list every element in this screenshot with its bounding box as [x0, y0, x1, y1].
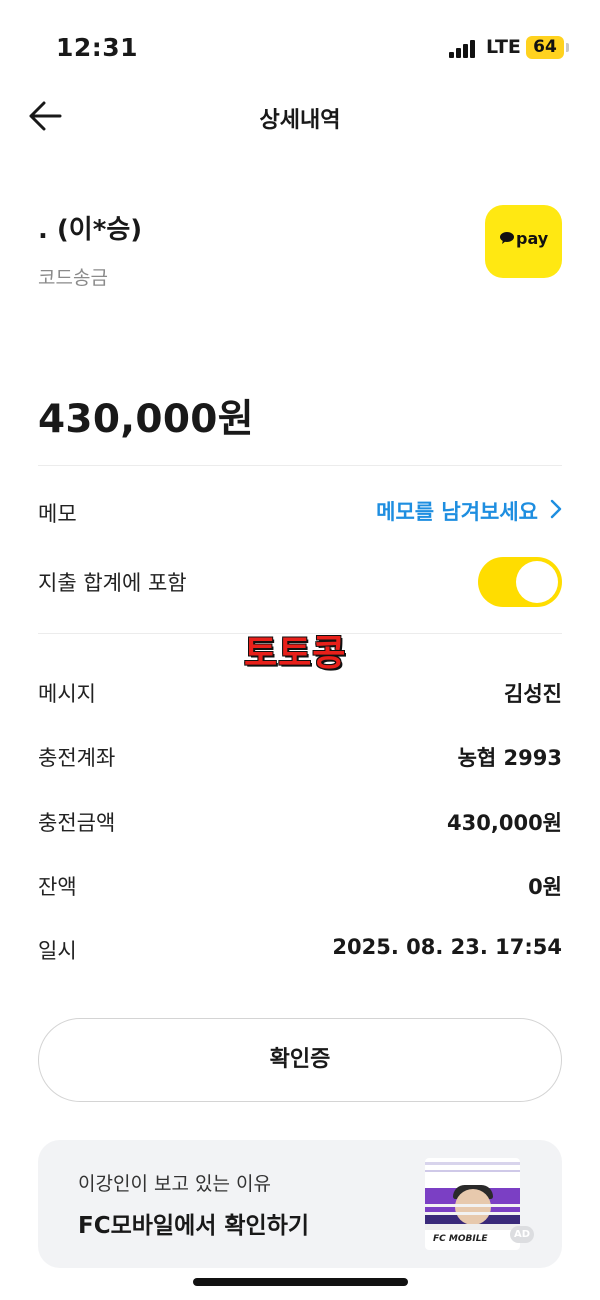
detail-row-balance: 잔액 0원 — [38, 865, 562, 905]
status-bar: 12:31 LTE 64 — [0, 0, 600, 90]
detail-row-charge-amount: 충전금액 430,000원 — [38, 801, 562, 841]
player-face — [455, 1189, 491, 1225]
toggle-knob — [516, 561, 558, 603]
detail-value: 2025. 08. 23. 17:54 — [332, 935, 562, 959]
transaction-header: . (이*승) 코드송금 pay — [38, 205, 562, 305]
detail-label: 잔액 — [38, 875, 77, 899]
chevron-right-icon — [550, 499, 562, 524]
home-indicator[interactable] — [193, 1278, 408, 1286]
detail-label: 충전금액 — [38, 811, 116, 835]
memo-row: 메모 메모를 남겨보세요 — [38, 492, 562, 532]
detail-row-charge-account: 충전계좌 농협 2993 — [38, 736, 562, 776]
divider — [38, 465, 562, 466]
detail-row-message: 메시지 김성진 — [38, 672, 562, 712]
detail-row-datetime: 일시 2025. 08. 23. 17:54 — [38, 929, 562, 969]
battery-tip — [566, 43, 569, 52]
transaction-amount: 430,000원 — [38, 397, 254, 442]
detail-value: 0원 — [528, 875, 562, 899]
detail-label: 일시 — [38, 939, 77, 963]
network-type: LTE — [486, 36, 521, 58]
memo-link-text: 메모를 남겨보세요 — [376, 500, 538, 524]
expense-toggle-row: 지출 합계에 포함 — [38, 557, 562, 607]
detail-label: 메시지 — [38, 682, 96, 706]
signal-icon — [449, 38, 479, 58]
memo-link[interactable]: 메모를 남겨보세요 — [376, 496, 562, 526]
page-title: 상세내역 — [259, 108, 341, 133]
status-time: 12:31 — [56, 33, 139, 62]
ad-badge: AD — [510, 1226, 534, 1243]
fc-mobile-logo: FC MOBILE — [433, 1234, 488, 1244]
watermark-text: 토토콩 — [244, 633, 347, 674]
ad-subtitle: 이강인이 보고 있는 이유 — [78, 1173, 271, 1195]
ad-title: FC모바일에서 확인하기 — [78, 1213, 310, 1239]
battery-icon: 64 — [526, 36, 564, 59]
expense-toggle-label: 지출 합계에 포함 — [38, 571, 187, 595]
expense-toggle[interactable] — [478, 557, 562, 607]
transaction-type: 코드송금 — [38, 267, 108, 289]
detail-label: 충전계좌 — [38, 746, 116, 770]
recipient-name: . (이*승) — [38, 215, 143, 245]
nav-bar: 상세내역 — [0, 90, 600, 142]
detail-value: 430,000원 — [447, 811, 562, 835]
detail-value: 김성진 — [504, 682, 562, 706]
kakaopay-logo: pay — [485, 205, 562, 278]
speech-bubble-icon — [500, 232, 514, 244]
receipt-button[interactable]: 확인증 — [38, 1018, 562, 1102]
kakaopay-logo-text: pay — [516, 229, 549, 248]
ad-thumbnail: FC MOBILE — [425, 1158, 520, 1250]
ad-banner[interactable]: 이강인이 보고 있는 이유 FC모바일에서 확인하기 FC MOBILE AD — [38, 1140, 562, 1268]
memo-label: 메모 — [38, 502, 77, 526]
detail-value: 농협 2993 — [457, 746, 562, 770]
